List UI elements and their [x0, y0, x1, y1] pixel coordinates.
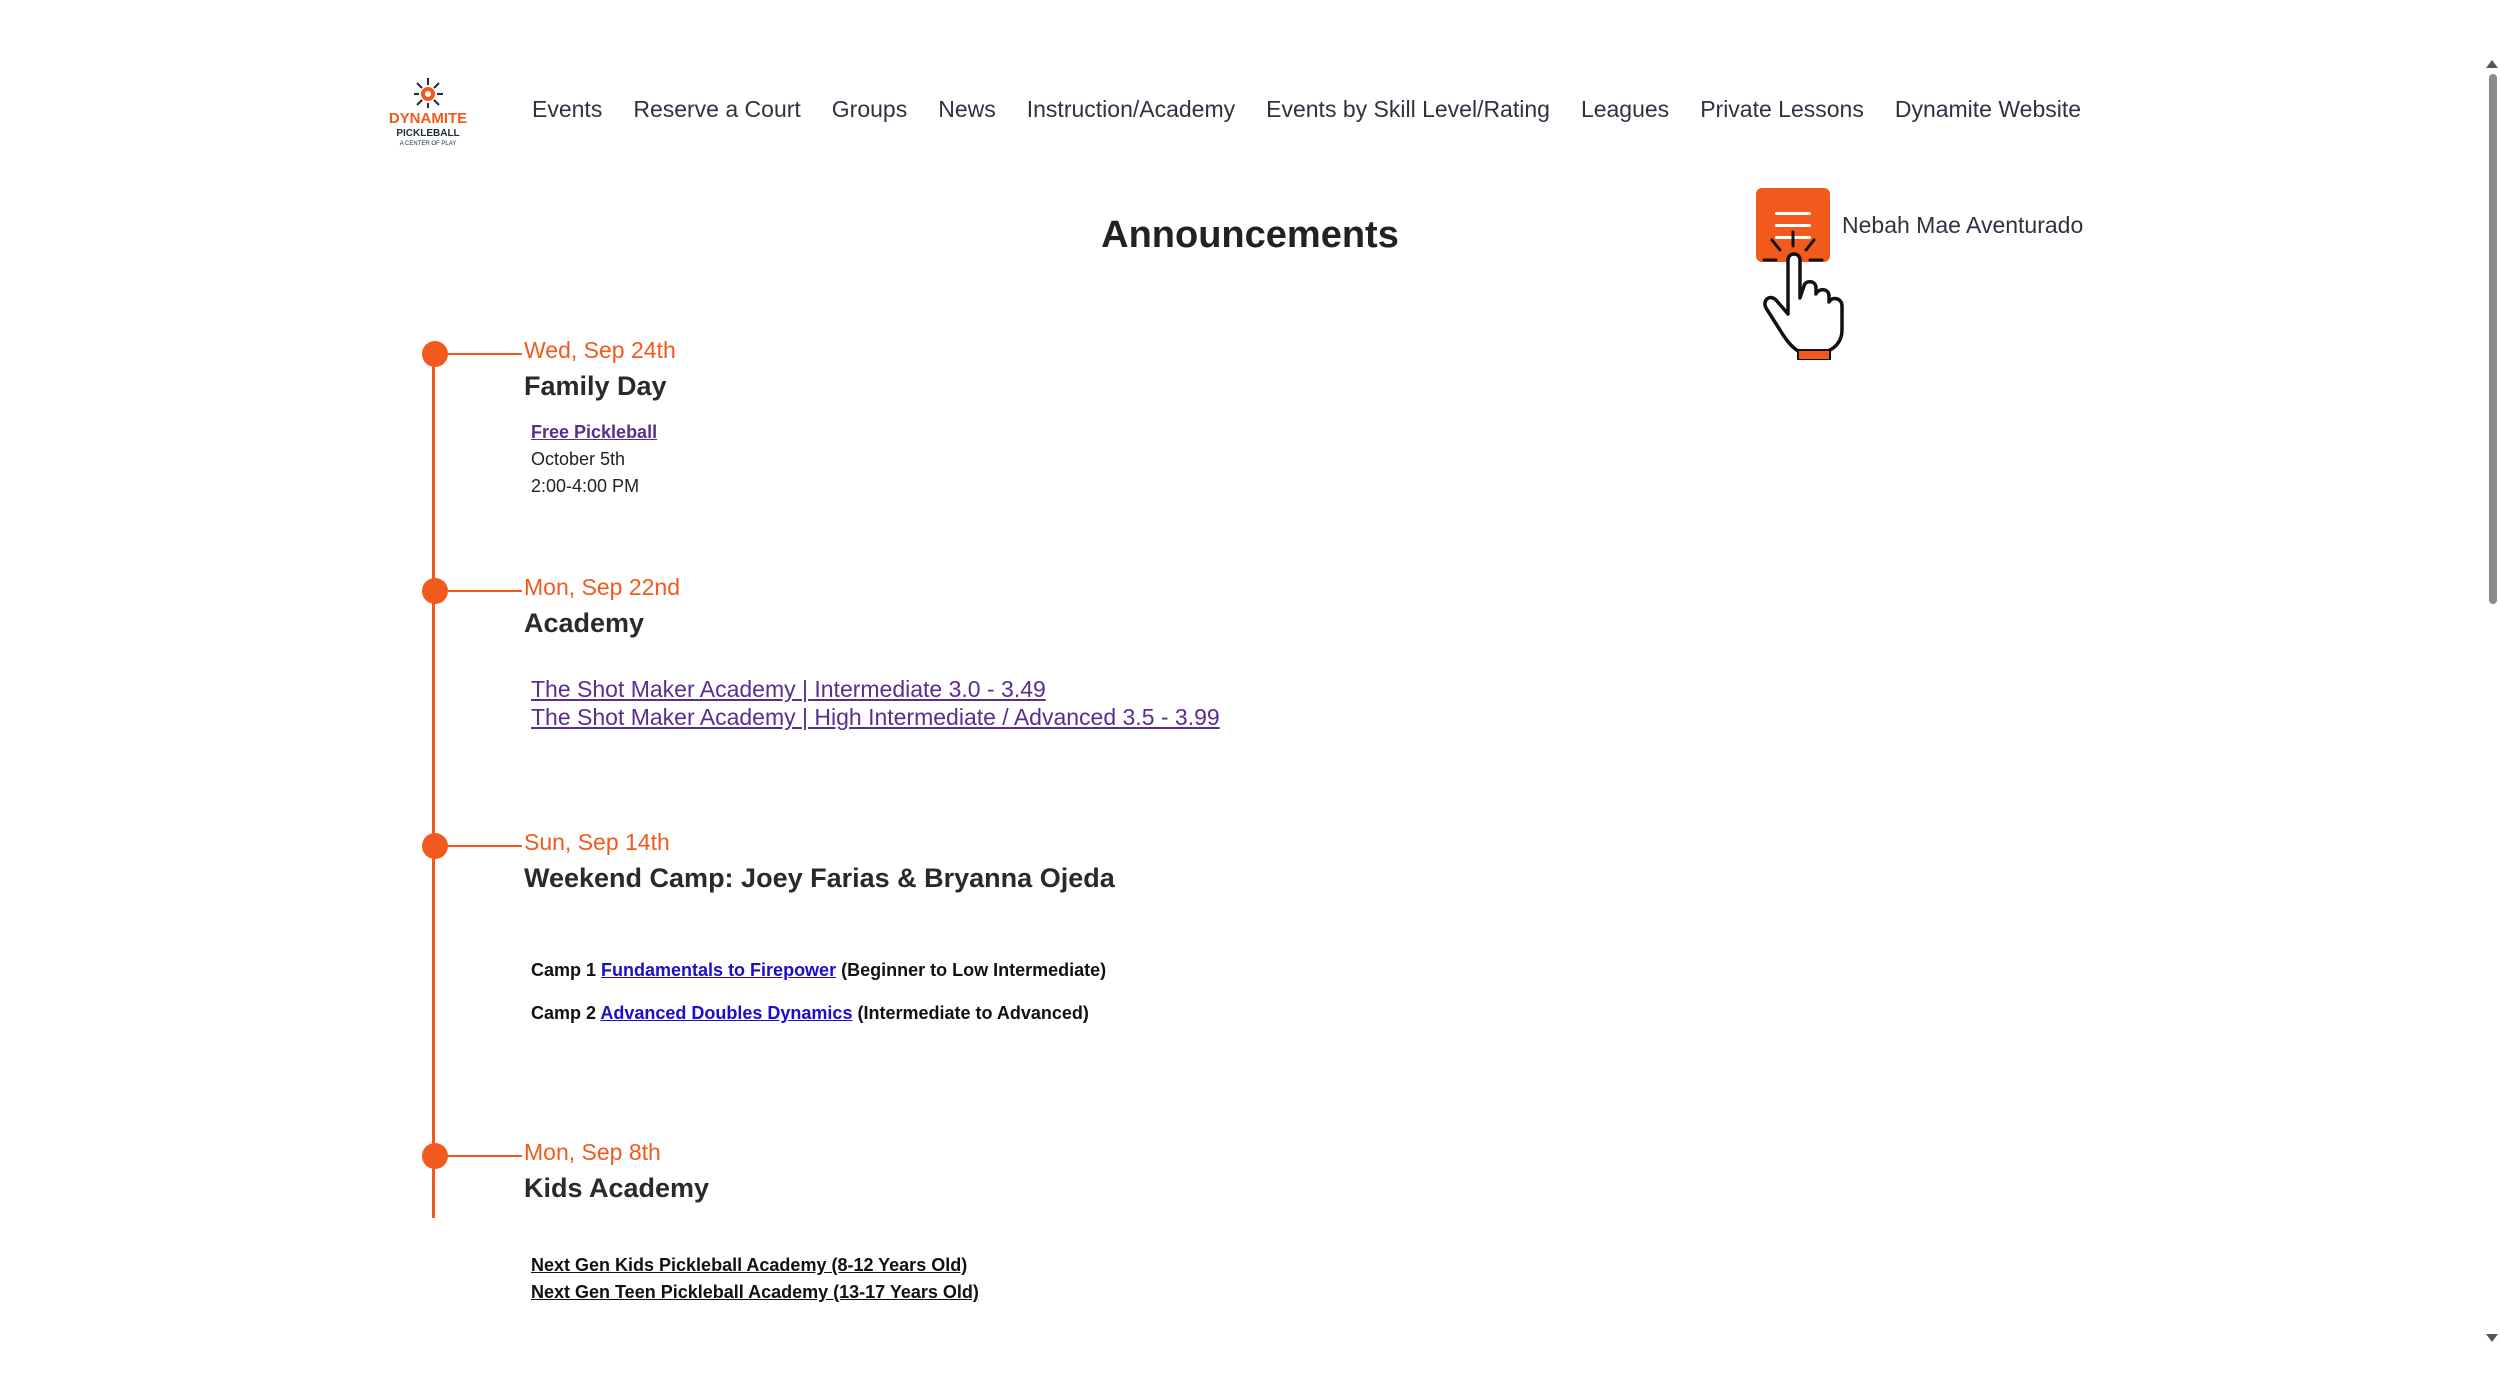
- nav-groups[interactable]: Groups: [832, 92, 907, 126]
- nav-dynamite-website[interactable]: Dynamite Website: [1895, 92, 2081, 126]
- nav-news[interactable]: News: [938, 92, 996, 126]
- camp-level: (Beginner to Low Intermediate): [841, 960, 1107, 980]
- next-gen-teen-academy-link[interactable]: Next Gen Teen Pickleball Academy (13-17 …: [531, 1282, 979, 1302]
- camp-label: Camp 2: [531, 1003, 597, 1023]
- timeline-line: [432, 350, 435, 1218]
- next-gen-kids-academy-link[interactable]: Next Gen Kids Pickleball Academy (8-12 Y…: [531, 1255, 967, 1275]
- nav-events-by-skill[interactable]: Events by Skill Level/Rating: [1266, 92, 1550, 126]
- nav-leagues[interactable]: Leagues: [1581, 92, 1669, 126]
- announcement-body: Camp 1 Fundamentals to Firepower (Beginn…: [531, 956, 1106, 1027]
- announcement-title: Weekend Camp: Joey Farias & Bryanna Ojed…: [524, 863, 1115, 893]
- advanced-doubles-dynamics-link[interactable]: Advanced Doubles Dynamics: [600, 1003, 852, 1023]
- announcement-date: Mon, Sep 22nd: [524, 574, 681, 600]
- nav-instruction-academy[interactable]: Instruction/Academy: [1027, 92, 1235, 126]
- camp-line: Camp 1 Fundamentals to Firepower (Beginn…: [531, 956, 1106, 984]
- timeline-dot: [422, 341, 448, 367]
- main-nav: Events Reserve a Court Groups News Instr…: [532, 92, 2081, 126]
- scroll-up-arrow-icon[interactable]: [2486, 60, 2498, 68]
- timeline-dot: [422, 833, 448, 859]
- page-scrollbar[interactable]: [2486, 0, 2500, 1400]
- shot-maker-intermediate-link[interactable]: The Shot Maker Academy | Intermediate 3.…: [531, 676, 1046, 702]
- nav-events[interactable]: Events: [532, 92, 602, 126]
- logo-subtitle: PICKLEBALL: [396, 128, 459, 139]
- announcement-body: Free Pickleball October 5th 2:00-4:00 PM: [531, 419, 657, 500]
- announcement-title: Academy: [524, 608, 645, 638]
- timeline-dot: [422, 578, 448, 604]
- announcement-body: The Shot Maker Academy | Intermediate 3.…: [531, 675, 1220, 731]
- announcement-body: Next Gen Kids Pickleball Academy (8-12 Y…: [531, 1252, 979, 1306]
- announcement-title: Kids Academy: [524, 1173, 710, 1203]
- logo-tagline: A CENTER OF PLAY: [400, 141, 457, 147]
- nav-reserve-court[interactable]: Reserve a Court: [633, 92, 800, 126]
- scrollbar-thumb[interactable]: [2489, 74, 2497, 604]
- announcement-date: Mon, Sep 8th: [524, 1139, 661, 1165]
- event-date-text: October 5th: [531, 449, 626, 469]
- announcement-date: Wed, Sep 24th: [524, 337, 676, 363]
- fundamentals-to-firepower-link[interactable]: Fundamentals to Firepower: [601, 960, 836, 980]
- camp-label: Camp 1: [531, 960, 597, 980]
- shot-maker-advanced-link[interactable]: The Shot Maker Academy | High Intermedia…: [531, 704, 1220, 730]
- sunburst-icon: [414, 78, 443, 108]
- free-pickleball-link[interactable]: Free Pickleball: [531, 422, 657, 442]
- nav-private-lessons[interactable]: Private Lessons: [1700, 92, 1864, 126]
- timeline-connector: [448, 845, 522, 847]
- timeline-connector: [448, 1155, 522, 1157]
- camp-level: (Intermediate to Advanced): [857, 1003, 1089, 1023]
- scroll-down-arrow-icon[interactable]: [2486, 1334, 2498, 1342]
- timeline-connector: [448, 590, 522, 592]
- page-title: Announcements: [1101, 214, 1399, 256]
- timeline-dot: [422, 1143, 448, 1169]
- dynamite-pickleball-logo[interactable]: DYNAMITE PICKLEBALL A CENTER OF PLAY: [388, 76, 468, 152]
- logo-wordmark: DYNAMITE: [389, 110, 467, 127]
- event-time-text: 2:00-4:00 PM: [531, 476, 640, 496]
- announcement-date: Sun, Sep 14th: [524, 829, 670, 855]
- camp-line: Camp 2 Advanced Doubles Dynamics (Interm…: [531, 999, 1106, 1027]
- announcement-title: Family Day: [524, 371, 667, 401]
- timeline-connector: [448, 353, 522, 355]
